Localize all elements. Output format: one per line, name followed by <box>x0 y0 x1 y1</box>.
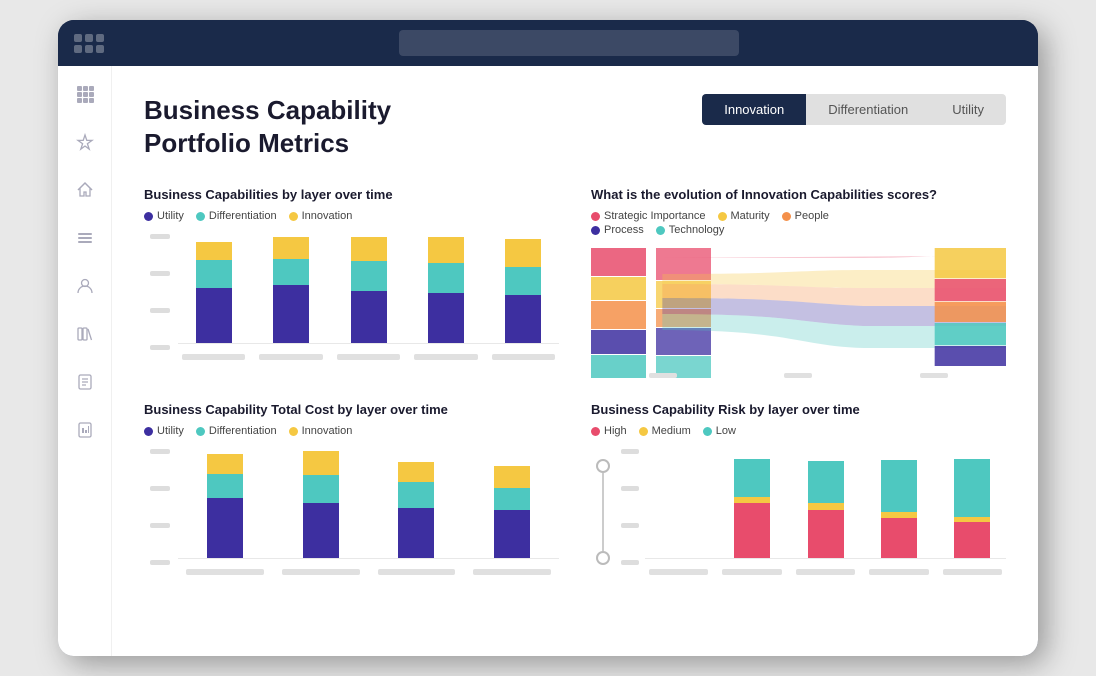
chart4-legend: High Medium Low <box>591 425 1006 437</box>
chart3-bars <box>178 449 559 559</box>
browser-dot-5 <box>85 45 93 53</box>
filter-tab-group: Innovation Differentiation Utility <box>702 94 1006 125</box>
legend3-innov: Innovation <box>289 425 353 437</box>
chart1-bars <box>178 234 559 344</box>
bar-diff-1 <box>196 260 232 288</box>
sidebar <box>58 66 112 656</box>
legend-utility: Utility <box>144 210 184 222</box>
chart1-xlabels <box>178 344 559 368</box>
tab-differentiation[interactable]: Differentiation <box>806 94 930 125</box>
chart4-bars-container <box>645 449 1006 589</box>
browser-dot-3 <box>96 34 104 42</box>
chart1-legend: Utility Differentiation Innovation <box>144 210 559 222</box>
sidebar-icon-document[interactable] <box>73 370 97 394</box>
chart-capabilities-by-layer: Business Capabilities by layer over time… <box>144 187 559 378</box>
chart3-legend: Utility Differentiation Innovation <box>144 425 559 437</box>
chart3-bars-container <box>178 449 559 589</box>
chart2-title: What is the evolution of Innovation Capa… <box>591 187 1006 202</box>
main-content: Business Capability Portfolio Metrics In… <box>112 66 1038 656</box>
chart2-legend: Strategic Importance Maturity People <box>591 210 1006 236</box>
bar-group-1 <box>182 242 245 343</box>
chart-innovation-scores: What is the evolution of Innovation Capa… <box>591 187 1006 378</box>
sidebar-icon-grid[interactable] <box>73 82 97 106</box>
legend4-medium: Medium <box>639 425 691 437</box>
legend-innov: Innovation <box>289 210 353 222</box>
chart3-yaxis <box>144 449 174 565</box>
chart1-yaxis <box>144 234 174 350</box>
legend4-high: High <box>591 425 627 437</box>
sidebar-icon-report[interactable] <box>73 418 97 442</box>
browser-dots <box>74 34 104 53</box>
chart1-title: Business Capabilities by layer over time <box>144 187 559 202</box>
chart2-sankey-svg <box>591 248 1006 378</box>
sidebar-icon-books[interactable] <box>73 322 97 346</box>
sidebar-icon-star[interactable] <box>73 130 97 154</box>
browser-content: Business Capability Portfolio Metrics In… <box>58 66 1038 656</box>
legend3-utility: Utility <box>144 425 184 437</box>
bar-innov-1 <box>196 242 232 260</box>
legend3-diff: Differentiation <box>196 425 277 437</box>
bar-group-5 <box>492 239 555 343</box>
chart3-xlabels <box>178 559 559 583</box>
page-title: Business Capability Portfolio Metrics <box>144 94 391 159</box>
page-header: Business Capability Portfolio Metrics In… <box>144 94 1006 159</box>
chart2-xlabels <box>591 373 1006 378</box>
browser-dot-2 <box>85 34 93 42</box>
bar-group-2 <box>259 237 322 343</box>
chart-risk: Business Capability Risk by layer over t… <box>591 402 1006 589</box>
chart4-xlabels <box>645 559 1006 583</box>
browser-dot-1 <box>74 34 82 42</box>
browser-chrome <box>58 20 1038 66</box>
chart4-bars <box>645 449 1006 559</box>
sidebar-icon-home[interactable] <box>73 178 97 202</box>
legend-strategic: Strategic Importance <box>591 210 706 222</box>
sidebar-icon-user[interactable] <box>73 274 97 298</box>
legend-diff: Differentiation <box>196 210 277 222</box>
chart3-title: Business Capability Total Cost by layer … <box>144 402 559 417</box>
chart4-yaxis <box>617 449 643 565</box>
chart3-area <box>144 449 559 589</box>
chart-total-cost: Business Capability Total Cost by layer … <box>144 402 559 589</box>
chart2-stream <box>591 248 1006 378</box>
browser-dot-6 <box>96 45 104 53</box>
legend-dot-diff <box>196 212 205 221</box>
address-bar[interactable] <box>399 30 739 56</box>
bar-group-4 <box>414 237 477 343</box>
chart4-title: Business Capability Risk by layer over t… <box>591 402 1006 417</box>
sidebar-icon-list[interactable] <box>73 226 97 250</box>
legend-process: Process <box>591 224 644 236</box>
legend-maturity: Maturity <box>718 210 770 222</box>
legend4-low: Low <box>703 425 736 437</box>
browser-window: Business Capability Portfolio Metrics In… <box>58 20 1038 656</box>
bar-utility-1 <box>196 288 232 343</box>
chart1-area <box>144 234 559 374</box>
legend-people: People <box>782 210 829 222</box>
timeline-top-circle <box>596 459 610 473</box>
bar-group-3 <box>337 237 400 343</box>
timeline-bottom-circle <box>596 551 610 565</box>
legend-dot-utility <box>144 212 153 221</box>
legend-technology: Technology <box>656 224 725 236</box>
timeline <box>591 459 615 565</box>
chart4-area <box>591 449 1006 589</box>
tab-utility[interactable]: Utility <box>930 94 1006 125</box>
chart1-bars-container <box>178 234 559 374</box>
tab-innovation[interactable]: Innovation <box>702 94 806 125</box>
timeline-line <box>602 473 604 551</box>
charts-grid: Business Capabilities by layer over time… <box>144 187 1006 589</box>
browser-dot-4 <box>74 45 82 53</box>
legend-dot-innov <box>289 212 298 221</box>
